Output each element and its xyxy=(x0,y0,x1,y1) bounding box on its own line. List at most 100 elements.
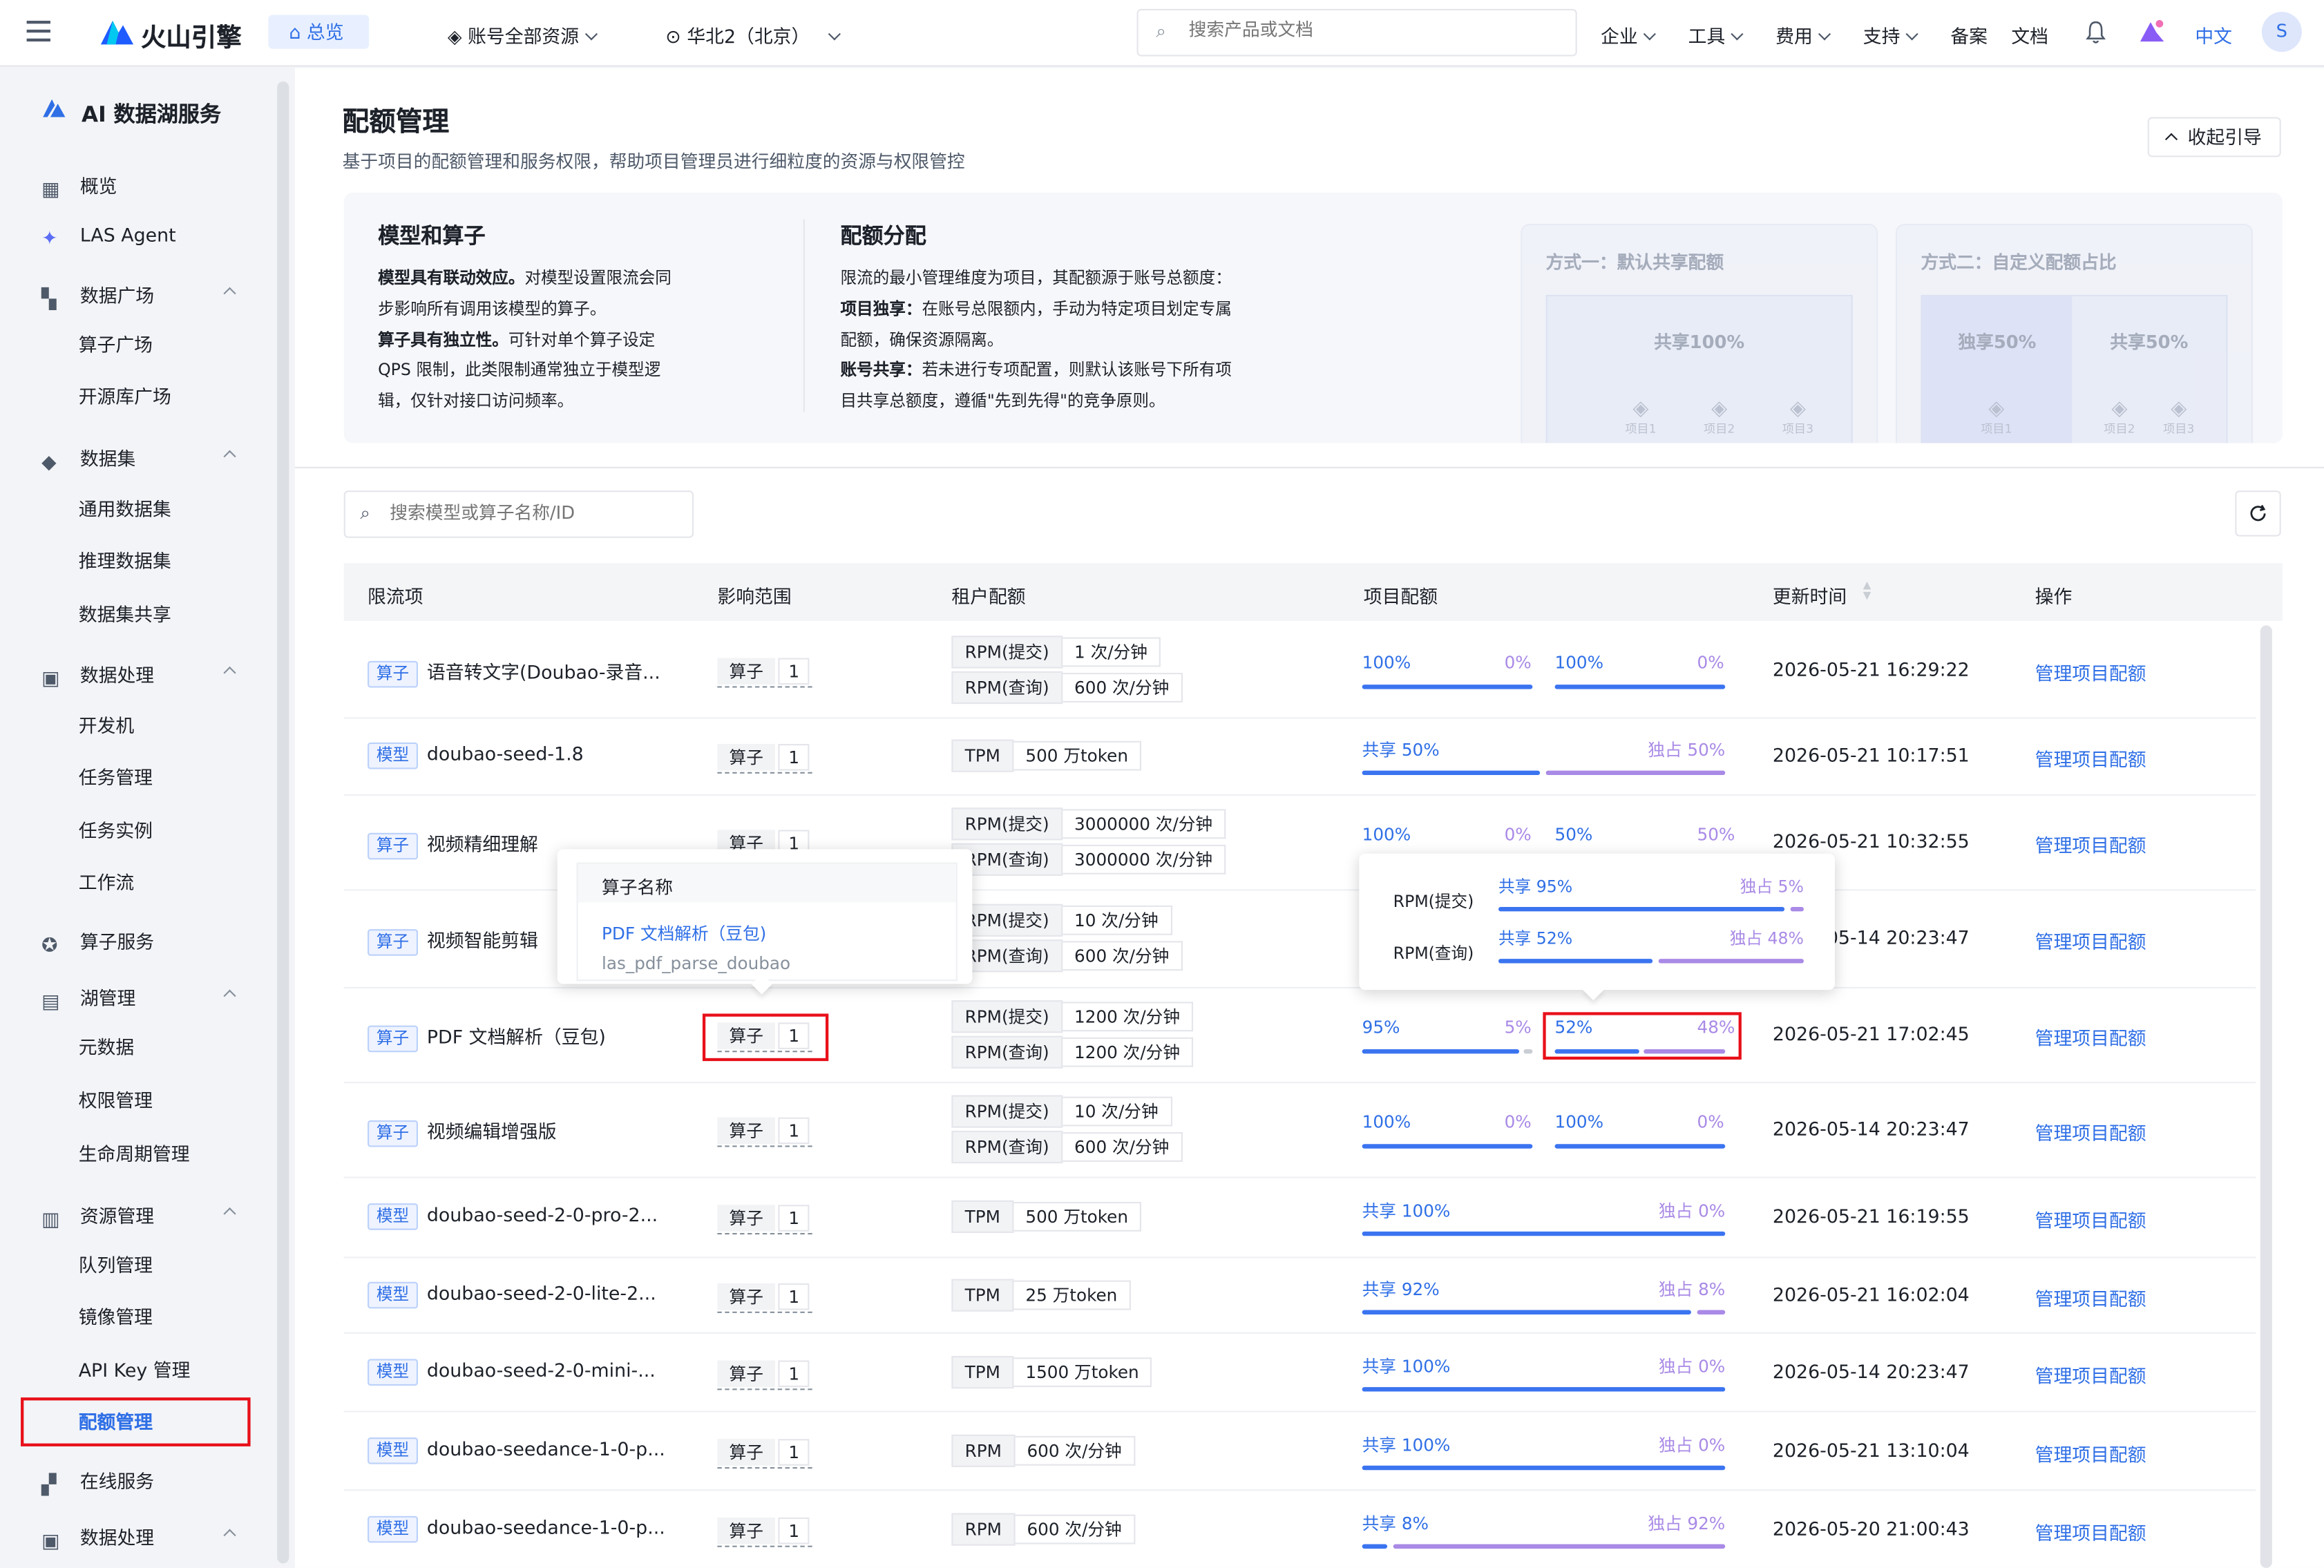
sidebar-item-21[interactable]: 镜像管理 xyxy=(79,1301,153,1330)
scope-badge[interactable]: 算子1 xyxy=(717,1358,813,1390)
global-search-input[interactable] xyxy=(1185,17,1563,42)
sidebar-item-19[interactable]: ▥ 资源管理 xyxy=(41,1201,236,1232)
stack-icon: ◈ xyxy=(2111,396,2128,421)
scope-badge[interactable]: 算子1 xyxy=(717,1281,813,1312)
scope-badge[interactable]: 算子1 xyxy=(717,656,813,688)
popover-quota-exclusive: 独占 48% xyxy=(1729,929,1804,949)
scope-badge[interactable]: 算子1 xyxy=(717,1203,813,1235)
avatar[interactable]: S xyxy=(2261,12,2302,52)
manage-project-quota-link[interactable]: 管理项目配额 xyxy=(2035,658,2146,687)
sidebar-item-11[interactable]: 任务管理 xyxy=(79,762,153,790)
top-menu-2[interactable]: 费用 xyxy=(1775,21,1831,49)
section-divider xyxy=(294,466,2324,468)
manage-project-quota-link[interactable]: 管理项目配额 xyxy=(2035,1359,2146,1388)
manage-project-quota-link[interactable]: 管理项目配额 xyxy=(2035,830,2146,858)
project-node: ◈ 项目1 xyxy=(1619,397,1663,437)
sidebar-item-25[interactable]: ▣ 数据处理 xyxy=(41,1522,236,1553)
sidebar-item-8[interactable]: 数据集共享 xyxy=(79,599,171,627)
manage-project-quota-link[interactable]: 管理项目配额 xyxy=(2035,744,2146,772)
quota-value: 600 次/分钟 xyxy=(1015,1435,1136,1465)
sidebar-item-9[interactable]: ▣ 数据处理 xyxy=(41,660,236,691)
sidebar-item-4[interactable]: 开源库广场 xyxy=(79,381,171,409)
sidebar-item-18[interactable]: 生命周期管理 xyxy=(79,1138,190,1167)
mode2-title: 方式二：自定义配额占比 xyxy=(1921,251,2117,273)
row-divider xyxy=(343,1256,2256,1259)
sidebar-item-2[interactable]: ▚ 数据广场 xyxy=(41,280,236,312)
manage-project-quota-link[interactable]: 管理项目配额 xyxy=(2035,1022,2146,1051)
language-switch[interactable]: 中文 xyxy=(2195,21,2232,49)
manage-project-quota-link[interactable]: 管理项目配额 xyxy=(2035,1283,2146,1311)
menu-icon[interactable] xyxy=(26,21,50,42)
chevron-down-icon xyxy=(1643,28,1656,41)
quota-key: TPM xyxy=(951,739,1014,772)
region-selector[interactable]: ⊙ 华北2（北京） xyxy=(665,21,841,49)
type-tag: 模型 xyxy=(368,1358,419,1385)
quota-key: TPM xyxy=(951,1200,1014,1233)
sidebar-scrollbar[interactable] xyxy=(277,81,289,1564)
sidebar-item-label: API Key 管理 xyxy=(78,1359,191,1381)
scope-badge[interactable]: 算子1 xyxy=(717,1516,813,1547)
top-menu-1[interactable]: 工具 xyxy=(1688,21,1744,49)
manage-project-quota-link[interactable]: 管理项目配额 xyxy=(2035,926,2146,955)
manage-project-quota-link[interactable]: 管理项目配额 xyxy=(2035,1118,2146,1146)
link-beian[interactable]: 备案 xyxy=(1950,21,1988,49)
account-selector[interactable]: ◈ 账号全部资源 xyxy=(448,21,598,49)
sidebar-item-17[interactable]: 权限管理 xyxy=(79,1084,153,1113)
sidebar-item-3[interactable]: 算子广场 xyxy=(79,329,153,357)
sidebar-item-6[interactable]: 通用数据集 xyxy=(79,493,171,522)
sidebar-item-13[interactable]: 工作流 xyxy=(79,867,134,895)
sidebar-item-7[interactable]: 推理数据集 xyxy=(79,546,171,574)
top-menu-3[interactable]: 支持 xyxy=(1863,21,1918,49)
scope-badge[interactable]: 算子1 xyxy=(717,1116,813,1147)
sidebar-item-20[interactable]: 队列管理 xyxy=(79,1250,153,1278)
guide-line-text: 辑，仅针对接口访问频率。 xyxy=(378,391,574,411)
guide-line-text: 目共享总额度，遵循"先到先得"的竞争原则。 xyxy=(840,391,1165,411)
shared-bar xyxy=(1362,1309,1691,1314)
sidebar-item-10[interactable]: 开发机 xyxy=(79,710,134,738)
ai-assistant-icon[interactable] xyxy=(2137,18,2167,45)
sidebar-item-16[interactable]: 元数据 xyxy=(79,1031,134,1060)
sidebar-item-label: 概览 xyxy=(79,175,117,198)
table-search[interactable]: ⌕ xyxy=(343,490,694,538)
link-docs[interactable]: 文档 xyxy=(2011,21,2048,49)
quota-value: 500 万token xyxy=(1013,1201,1142,1232)
scope-badge[interactable]: 算子1 xyxy=(717,743,813,774)
popover-operator-link[interactable]: PDF 文档解析（豆包) xyxy=(602,921,766,945)
sidebar-item-24[interactable]: ▞ 在线服务 xyxy=(41,1466,154,1497)
manage-project-quota-link[interactable]: 管理项目配额 xyxy=(2035,1438,2146,1466)
table-search-input[interactable] xyxy=(386,501,689,525)
sidebar-item-22[interactable]: API Key 管理 xyxy=(79,1355,191,1383)
limit-item-name: doubao-seed-2-0-mini-... xyxy=(426,1358,656,1381)
refresh-button[interactable] xyxy=(2235,490,2281,537)
global-search[interactable]: ⌕ xyxy=(1136,8,1577,57)
brand-name[interactable]: 火山引擎 xyxy=(141,17,242,53)
search-icon: ⌕ xyxy=(1156,21,1166,42)
scope-type: 算子 xyxy=(717,1359,776,1387)
project-quota-exclusive: 独占 0% xyxy=(1658,1200,1726,1221)
project-quota-shared: 100% xyxy=(1554,651,1604,673)
sidebar-item-0[interactable]: ▦ 概览 xyxy=(41,171,117,202)
collapse-guide-button[interactable]: 收起引导 xyxy=(2147,117,2281,157)
header-update-time[interactable]: 更新时间 xyxy=(1773,581,1847,609)
top-menu-0[interactable]: 企业 xyxy=(1601,21,1656,49)
sidebar-item-15[interactable]: ▤ 湖管理 xyxy=(41,982,236,1013)
home-tab[interactable]: ⌂ 总览 xyxy=(268,15,370,49)
guide-line-strong: 项目独享： xyxy=(840,298,922,318)
sidebar-item-label: 任务实例 xyxy=(78,819,153,842)
quota-value: 25 万token xyxy=(1013,1279,1131,1310)
table-scrollbar[interactable] xyxy=(2260,625,2272,1568)
scope-badge[interactable]: 算子1 xyxy=(717,1437,813,1469)
limit-item-cell: 算子 语音转文字(Doubao-录音... xyxy=(368,656,660,688)
project-node: ◈ 项目2 xyxy=(2097,397,2142,437)
top-menu-label: 费用 xyxy=(1775,25,1813,48)
sidebar-item-5[interactable]: ◆ 数据集 xyxy=(41,443,236,475)
sidebar-item-12[interactable]: 任务实例 xyxy=(79,815,153,843)
chevron-down-icon xyxy=(1731,28,1744,41)
manage-project-quota-link[interactable]: 管理项目配额 xyxy=(2035,1517,2146,1545)
sidebar-item-14[interactable]: ✪ 算子服务 xyxy=(41,926,154,957)
manage-project-quota-link[interactable]: 管理项目配额 xyxy=(2035,1205,2146,1233)
bell-icon[interactable] xyxy=(2086,21,2106,44)
sidebar: AI 数据湖服务 ▦ 概览 ✦ LAS Agent ▚ 数据广场 算子广场 开源库广场 ◆ 数据集… xyxy=(0,66,295,1568)
sort-icon[interactable]: ▲ ▼ xyxy=(1863,580,1871,602)
sidebar-item-1[interactable]: ✦ LAS Agent xyxy=(41,224,176,251)
